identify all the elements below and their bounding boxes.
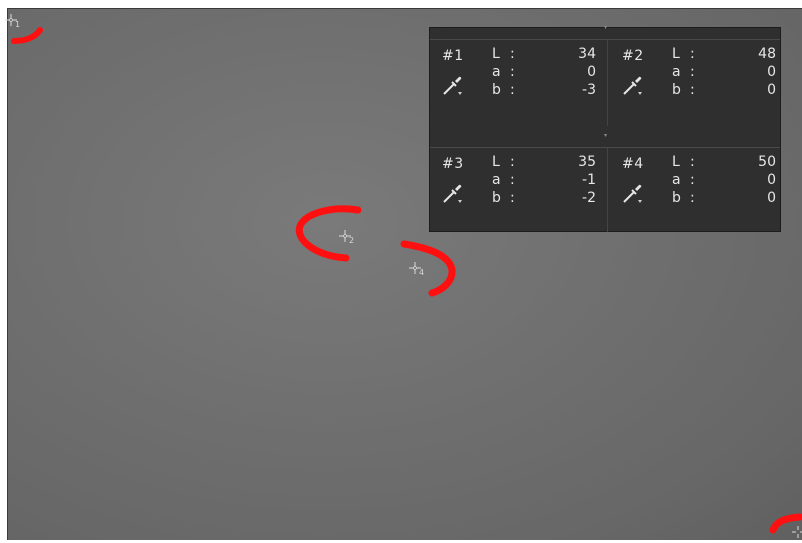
readout-row-b: b : -3 — [492, 82, 596, 98]
panel-divider — [607, 148, 608, 232]
sampler-readout-3: #3 L : 35 a : -1 b : -2 — [430, 148, 600, 228]
sampler-readout-2: #2 L : 48 a : 0 b : 0 — [610, 40, 780, 120]
panel-collapse-arrow[interactable]: ▾ — [604, 24, 607, 31]
sampler-id: #3 — [442, 156, 464, 172]
eyedropper-icon[interactable] — [620, 72, 646, 98]
readout-row-L: L : 35 — [492, 154, 596, 170]
readout-row-b: b : -2 — [492, 190, 596, 206]
eyedropper-icon[interactable] — [440, 72, 466, 98]
color-sampler-4[interactable]: 4 — [408, 261, 426, 279]
eyedropper-icon[interactable] — [620, 180, 646, 206]
sampler-number: 2 — [349, 236, 355, 245]
eyedropper-icon[interactable] — [440, 180, 466, 206]
sampler-number: 4 — [419, 268, 425, 277]
color-sampler-1[interactable]: 1 — [4, 13, 22, 31]
panel-divider — [607, 40, 608, 126]
readout-row-b: b : 0 — [672, 82, 776, 98]
readout-row-L: L : 50 — [672, 154, 776, 170]
sampler-id: #1 — [442, 48, 464, 64]
sampler-readout-4: #4 L : 50 a : 0 b : 0 — [610, 148, 780, 228]
sampler-number: 1 — [15, 20, 21, 29]
sampler-id: #4 — [622, 156, 644, 172]
sampler-readout-1: #1 L : 34 a : 0 b : -3 — [430, 40, 600, 120]
info-panel-color-samplers: ▾ ▾ #1 L : 34 a : 0 b : -3 #2 L: 48 a:… — [429, 24, 781, 232]
readout-row-a: a : 0 — [672, 172, 776, 188]
sampler-id: #2 — [622, 48, 644, 64]
readout-row-b: b : 0 — [672, 190, 776, 206]
color-sampler-2[interactable]: 2 — [338, 229, 356, 247]
readout-row-L: L : 48 — [672, 46, 776, 62]
readout-row-a: a : 0 — [492, 64, 596, 80]
color-sampler-3[interactable] — [791, 525, 802, 543]
readout-row-a: a : 0 — [672, 64, 776, 80]
panel-collapse-arrow[interactable]: ▾ — [604, 132, 607, 139]
color-sampler-crosshair-icon — [792, 526, 802, 538]
readout-row-L: L : 34 — [492, 46, 596, 62]
readout-row-a: a : -1 — [492, 172, 596, 188]
